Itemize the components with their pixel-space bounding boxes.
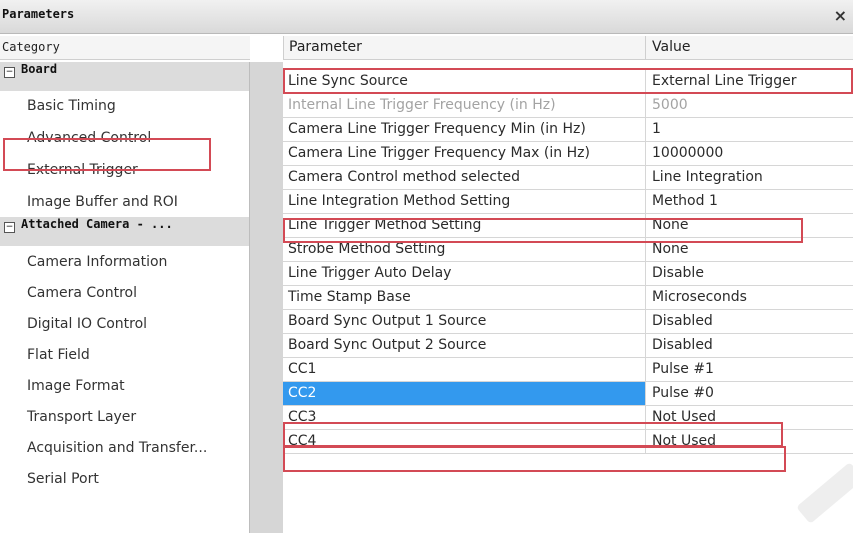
param-value[interactable]: Not Used	[645, 430, 853, 453]
tree-group-label: Board	[21, 62, 58, 76]
value-column-header: Value	[645, 36, 853, 60]
grid-row-gutter	[250, 62, 283, 533]
param-value[interactable]: Line Integration	[645, 166, 853, 189]
param-name: Internal Line Trigger Frequency (in Hz)	[288, 97, 556, 113]
param-value: 5000	[645, 94, 853, 117]
param-name: Line Trigger Auto Delay	[288, 265, 452, 281]
param-name: Time Stamp Base	[288, 289, 411, 305]
tree-item-external-trigger[interactable]: External Trigger	[0, 155, 249, 185]
param-row-board-sync-output-2[interactable]: Board Sync Output 2 Source Disabled	[283, 334, 853, 358]
tree-item-acquisition-and-transfer[interactable]: Acquisition and Transfer...	[0, 433, 249, 463]
param-value[interactable]: External Line Trigger	[645, 70, 853, 93]
tree-group-attached-camera[interactable]: − Attached Camera - ...	[0, 217, 249, 246]
tree-item-flat-field[interactable]: Flat Field	[0, 340, 249, 370]
tree-item-advanced-control[interactable]: Advanced Control	[0, 123, 249, 153]
tree-item-digital-io-control[interactable]: Digital IO Control	[0, 309, 249, 339]
param-name: CC2	[283, 382, 645, 405]
param-value[interactable]: 1	[645, 118, 853, 141]
param-value[interactable]: Disabled	[645, 310, 853, 333]
param-value[interactable]: None	[645, 238, 853, 261]
window-title: Parameters	[2, 7, 75, 21]
collapse-icon[interactable]: −	[4, 222, 15, 233]
tree-item-transport-layer[interactable]: Transport Layer	[0, 402, 249, 432]
param-row-time-stamp-base[interactable]: Time Stamp Base Microseconds	[283, 286, 853, 310]
param-value[interactable]: Pulse #0	[645, 382, 853, 405]
title-bar: Parameters ×	[0, 0, 853, 34]
param-value[interactable]: Disable	[645, 262, 853, 285]
tree-item-image-format[interactable]: Image Format	[0, 371, 249, 401]
param-value[interactable]: 10000000	[645, 142, 853, 165]
param-row-line-integration-method[interactable]: Line Integration Method Setting Method 1	[283, 190, 853, 214]
param-row-board-sync-output-1[interactable]: Board Sync Output 1 Source Disabled	[283, 310, 853, 334]
param-name: Board Sync Output 2 Source	[288, 337, 487, 353]
param-row-strobe-method[interactable]: Strobe Method Setting None	[283, 238, 853, 262]
tree-group-board[interactable]: − Board	[0, 62, 249, 91]
category-column-header: Category	[0, 36, 250, 60]
collapse-icon[interactable]: −	[4, 67, 15, 78]
param-row-cc3[interactable]: CC3 Not Used	[283, 406, 853, 430]
param-value[interactable]: Pulse #1	[645, 358, 853, 381]
param-row-camera-line-trigger-frequency-max[interactable]: Camera Line Trigger Frequency Max (in Hz…	[283, 142, 853, 166]
param-name: Strobe Method Setting	[288, 241, 446, 257]
param-name: Line Integration Method Setting	[288, 193, 511, 209]
param-name: CC3	[288, 409, 317, 425]
param-name: CC4	[288, 433, 317, 449]
param-value[interactable]: Disabled	[645, 334, 853, 357]
param-value[interactable]: Not Used	[645, 406, 853, 429]
param-row-camera-control-method[interactable]: Camera Control method selected Line Inte…	[283, 166, 853, 190]
param-value[interactable]: None	[645, 214, 853, 237]
param-name: Camera Line Trigger Frequency Min (in Hz…	[288, 121, 586, 137]
tree-item-serial-port[interactable]: Serial Port	[0, 464, 249, 494]
param-row-internal-line-trigger-frequency[interactable]: Internal Line Trigger Frequency (in Hz) …	[283, 94, 853, 118]
param-name: Line Sync Source	[288, 73, 408, 89]
param-row-line-trigger-auto-delay[interactable]: Line Trigger Auto Delay Disable	[283, 262, 853, 286]
parameter-column-header: Parameter	[283, 36, 645, 60]
param-name: Camera Control method selected	[288, 169, 521, 185]
tree-item-camera-information[interactable]: Camera Information	[0, 247, 249, 277]
param-name: Line Trigger Method Setting	[288, 217, 482, 233]
param-value[interactable]: Microseconds	[645, 286, 853, 309]
param-value[interactable]: Method 1	[645, 190, 853, 213]
category-tree: − Board Basic Timing Advanced Control Ext…	[0, 62, 250, 533]
param-name: CC1	[288, 361, 317, 377]
param-row-cc1[interactable]: CC1 Pulse #1	[283, 358, 853, 382]
param-row-cc4[interactable]: CC4 Not Used	[283, 430, 853, 454]
param-row-line-sync-source[interactable]: Line Sync Source External Line Trigger	[283, 70, 853, 94]
tree-group-label: Attached Camera - ...	[21, 217, 173, 231]
tree-item-image-buffer-and-roi[interactable]: Image Buffer and ROI	[0, 187, 249, 217]
close-icon[interactable]: ×	[834, 6, 847, 25]
param-name: Camera Line Trigger Frequency Max (in Hz…	[288, 145, 590, 161]
tree-item-basic-timing[interactable]: Basic Timing	[0, 91, 249, 121]
param-row-line-trigger-method[interactable]: Line Trigger Method Setting None	[283, 214, 853, 238]
tree-item-camera-control[interactable]: Camera Control	[0, 278, 249, 308]
param-row-camera-line-trigger-frequency-min[interactable]: Camera Line Trigger Frequency Min (in Hz…	[283, 118, 853, 142]
param-name: Board Sync Output 1 Source	[288, 313, 487, 329]
param-row-cc2[interactable]: CC2 Pulse #0	[283, 382, 853, 406]
watermark	[796, 462, 853, 524]
